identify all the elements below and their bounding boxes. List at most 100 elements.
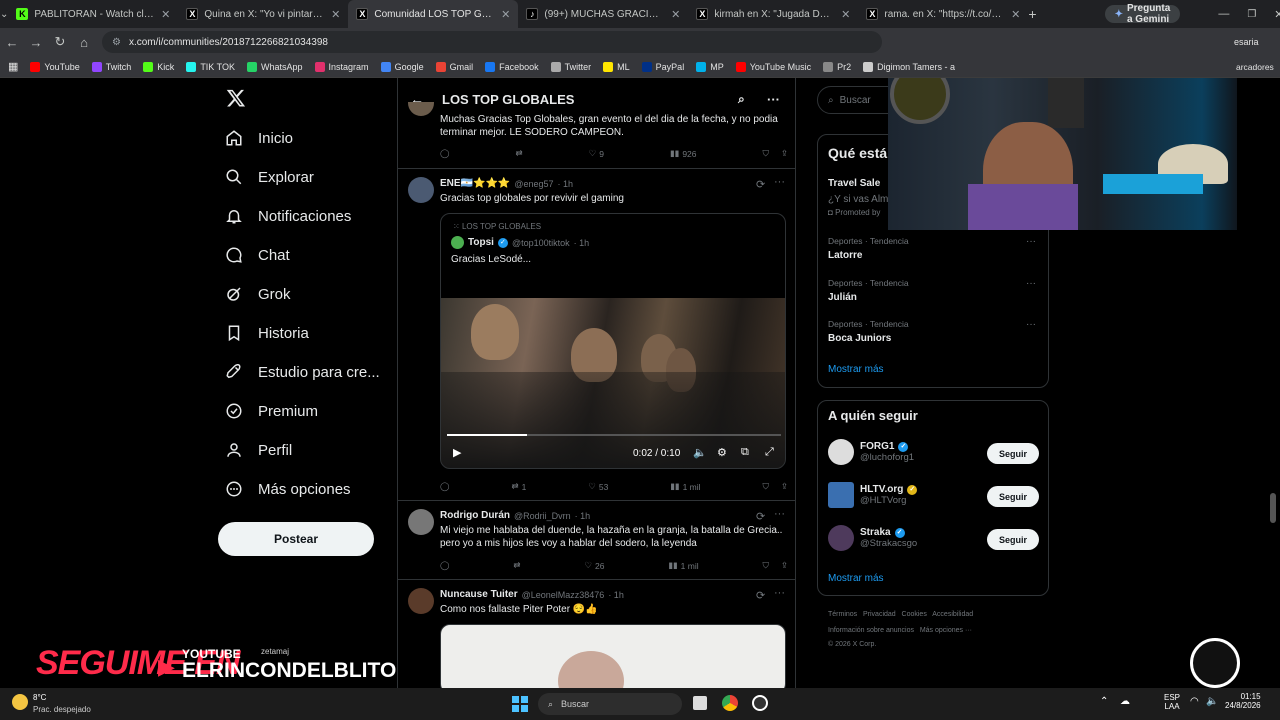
more-icon[interactable]: ··· bbox=[1026, 319, 1036, 330]
more-icon[interactable]: ··· bbox=[1026, 236, 1036, 247]
nav-item-explorar[interactable]: Explorar bbox=[224, 167, 314, 187]
follow-button[interactable]: Seguir bbox=[987, 486, 1039, 507]
close-icon[interactable]: ✕ bbox=[161, 8, 170, 21]
quote-tweet[interactable]: ⁙ LOS TOP GLOBALES Topsi ✓ @top100tiktok… bbox=[440, 213, 786, 469]
bookmark-item[interactable]: ML bbox=[603, 61, 630, 72]
follow-item[interactable]: FORG1 ✓ @luchoforg1 bbox=[828, 439, 914, 465]
browser-tab[interactable]: Xkirmah en X: "Jugada Del Major ✕ bbox=[688, 0, 858, 28]
reply-button[interactable]: ◯ bbox=[440, 481, 450, 492]
bookmark-item[interactable]: YouTube bbox=[30, 61, 80, 72]
browser-tab[interactable]: ♪ (99+) MUCHAS GRACIAS SODER ✕ bbox=[518, 0, 688, 28]
bookmark-icon[interactable]: ⛉ bbox=[762, 481, 768, 492]
bookmark-item[interactable]: MP bbox=[696, 61, 724, 72]
more-icon[interactable]: ··· bbox=[767, 92, 780, 107]
avatar[interactable] bbox=[408, 588, 434, 614]
nav-item-inicio[interactable]: Inicio bbox=[224, 128, 293, 148]
browser-tab[interactable]: X Quina en X: "Yo vi pintar a LESo ✕ bbox=[178, 0, 348, 28]
grok-icon[interactable]: ⟳ bbox=[756, 178, 765, 191]
author-name[interactable]: Nuncause Tuiter bbox=[440, 589, 518, 600]
new-tab-button[interactable]: + bbox=[1028, 6, 1036, 22]
more-icon[interactable]: ··· bbox=[774, 508, 785, 520]
chevron-up-icon[interactable]: ⌃ bbox=[1100, 696, 1108, 707]
clock[interactable]: 01:15 24/8/2026 bbox=[1225, 692, 1261, 710]
grok-icon[interactable]: ⟳ bbox=[756, 510, 765, 523]
close-window-button[interactable]: ✕ bbox=[1274, 8, 1280, 21]
weather-temp[interactable]: 8°C bbox=[33, 693, 46, 702]
close-icon[interactable]: ✕ bbox=[331, 8, 340, 21]
tweet-time[interactable]: · 1h bbox=[558, 179, 574, 189]
nav-item-estudio[interactable]: Estudio para cre... bbox=[224, 362, 380, 382]
obs-icon[interactable] bbox=[752, 695, 768, 711]
author-handle[interactable]: @LeonelMazz38476 bbox=[522, 590, 605, 600]
share-icon[interactable]: ⇪ bbox=[781, 148, 788, 159]
bookmark-icon[interactable]: ⛉ bbox=[762, 560, 768, 571]
author-name[interactable]: Rodrigo Durán bbox=[440, 510, 510, 521]
bookmark-item[interactable]: Twitch bbox=[91, 61, 131, 72]
apps-icon[interactable]: ▦ bbox=[8, 60, 18, 73]
bookmark-item[interactable]: PayPal bbox=[641, 61, 684, 72]
follow-item[interactable]: Straka ✓ @Strakacsgo bbox=[828, 525, 917, 551]
taskbar-search[interactable]: ⌕ Buscar bbox=[538, 693, 682, 715]
nav-item-perfil[interactable]: Perfil bbox=[224, 440, 292, 460]
retweet-button[interactable]: ⇄ bbox=[516, 148, 523, 159]
trend-item[interactable]: Deportes · Tendencia Julián bbox=[828, 278, 909, 303]
more-icon[interactable]: ··· bbox=[1026, 278, 1036, 289]
reply-button[interactable]: ◯ bbox=[440, 560, 450, 571]
show-more-link[interactable]: Mostrar más bbox=[828, 573, 884, 584]
nav-item-chat[interactable]: Chat bbox=[224, 245, 290, 265]
close-icon[interactable]: ✕ bbox=[671, 8, 680, 21]
nav-item-notificaciones[interactable]: Notificaciones bbox=[224, 206, 351, 226]
video-progress-track[interactable] bbox=[447, 434, 781, 436]
reload-button[interactable]: ↻ bbox=[48, 34, 72, 50]
like-button[interactable]: ♡ 53 bbox=[588, 481, 608, 492]
bookmark-item[interactable]: Google bbox=[380, 61, 424, 72]
follow-button[interactable]: Seguir bbox=[987, 443, 1039, 464]
tab-search-icon[interactable]: ⌄ bbox=[0, 9, 8, 20]
retweet-button[interactable]: ⇄ bbox=[513, 560, 520, 571]
author-handle[interactable]: @Rodrii_Dvrn bbox=[514, 511, 571, 521]
close-icon[interactable]: ✕ bbox=[501, 8, 510, 21]
tweet-time[interactable]: · 1h bbox=[575, 511, 591, 521]
bookmark-item[interactable]: Gmail bbox=[435, 61, 473, 72]
video-player[interactable]: ▶ 0:02 / 0:10 🔈 ⚙ ⧉ ⤢ bbox=[441, 298, 785, 468]
browser-tab[interactable]: Xrama. en X: "https://t.co/16lob ✕ bbox=[858, 0, 1028, 28]
like-button[interactable]: ♡ 9 bbox=[589, 148, 604, 159]
more-icon[interactable]: ··· bbox=[774, 176, 785, 188]
maximize-button[interactable]: ❐ bbox=[1247, 9, 1256, 20]
weather-desc[interactable]: Prac. despejado bbox=[33, 705, 91, 714]
language-indicator[interactable]: ESP LAA bbox=[1164, 693, 1180, 711]
trend-item[interactable]: Deportes · Tendencia Boca Juniors bbox=[828, 319, 909, 344]
bookmark-item[interactable]: Twitter bbox=[550, 61, 591, 72]
avatar[interactable] bbox=[408, 177, 434, 203]
bookmark-item[interactable]: Pr2 bbox=[823, 61, 851, 72]
bookmark-item[interactable]: TIK TOK bbox=[186, 61, 235, 72]
browser-tab-active[interactable]: X Comunidad LOS TOP GLOBALES ✕ bbox=[348, 0, 519, 28]
bookmark-item[interactable]: WhatsApp bbox=[247, 61, 303, 72]
back-button[interactable]: ← bbox=[0, 35, 24, 50]
reply-button[interactable]: ◯ bbox=[440, 148, 450, 159]
url-field[interactable]: ⚙ x.com/i/communities/2018712266821034398 bbox=[102, 31, 882, 53]
forward-button[interactable]: → bbox=[24, 35, 48, 50]
chrome-icon[interactable] bbox=[722, 695, 738, 711]
views-button[interactable]: ▮▮ 1 mil bbox=[668, 560, 698, 571]
footer-links[interactable]: Información sobre anuncios Más opciones … bbox=[828, 627, 972, 634]
windows-start-icon[interactable] bbox=[512, 696, 528, 712]
nav-item-premium[interactable]: Premium bbox=[224, 401, 318, 421]
browser-tab[interactable]: K PABLITORAN - Watch clips on K ✕ bbox=[8, 0, 178, 28]
minimize-button[interactable]: — bbox=[1218, 8, 1229, 20]
like-button[interactable]: ♡ 26 bbox=[584, 560, 604, 571]
x-logo-icon[interactable] bbox=[226, 88, 246, 108]
author-name[interactable]: ENE🇦🇷⭐⭐⭐ bbox=[440, 178, 510, 189]
bookmark-icon[interactable]: ⛉ bbox=[762, 148, 768, 159]
page-scrollbar[interactable] bbox=[1270, 493, 1276, 523]
grok-icon[interactable]: ⟳ bbox=[756, 589, 765, 602]
tweet-time[interactable]: · 1h bbox=[608, 590, 624, 600]
avatar[interactable] bbox=[408, 509, 434, 535]
views-button[interactable]: ▮▮ 1 mil bbox=[670, 481, 700, 492]
search-icon[interactable]: ⌕ bbox=[738, 92, 745, 107]
promo-title[interactable]: Travel Sale bbox=[828, 178, 880, 189]
views-button[interactable]: ▮▮ 926 bbox=[670, 148, 697, 159]
nav-item-mas-opciones[interactable]: Más opciones bbox=[224, 479, 351, 499]
volume-icon[interactable]: 🔈 bbox=[1206, 696, 1218, 707]
close-icon[interactable]: ✕ bbox=[1011, 8, 1020, 21]
